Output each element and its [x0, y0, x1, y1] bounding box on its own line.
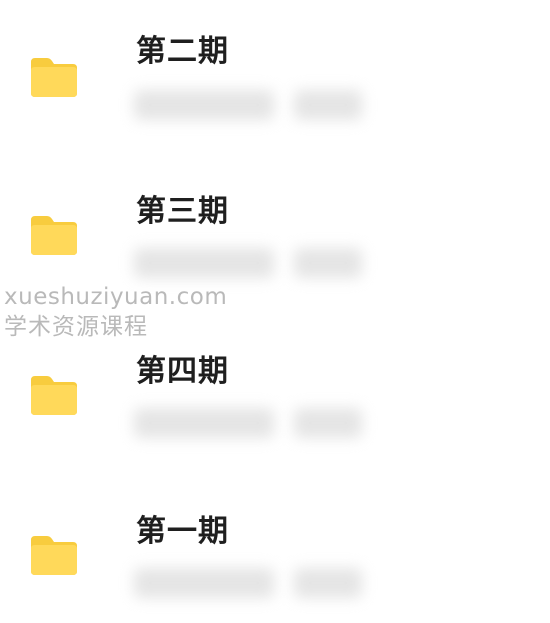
folder-title: 第二期: [136, 34, 229, 69]
folder-item-phase-1[interactable]: 第一期: [0, 480, 550, 610]
redacted-size: [294, 408, 362, 438]
folder-icon: [28, 534, 80, 576]
folder-icon: [28, 374, 80, 416]
folder-title: 第三期: [136, 194, 229, 229]
folder-item-phase-4[interactable]: 第四期: [0, 320, 550, 450]
folder-meta-redacted: [134, 90, 362, 120]
folder-meta-redacted: [134, 248, 362, 278]
folder-title: 第一期: [136, 514, 229, 549]
redacted-date: [134, 248, 274, 278]
redacted-date: [134, 568, 274, 598]
folder-icon: [28, 214, 80, 256]
folder-meta-redacted: [134, 568, 362, 598]
folder-title: 第四期: [136, 354, 229, 389]
redacted-date: [134, 90, 274, 120]
folder-icon: [28, 56, 80, 98]
redacted-size: [294, 568, 362, 598]
redacted-date: [134, 408, 274, 438]
folder-meta-redacted: [134, 408, 362, 438]
folder-item-phase-2[interactable]: 第二期: [0, 0, 550, 130]
redacted-size: [294, 248, 362, 278]
folder-item-phase-3[interactable]: 第三期: [0, 160, 550, 290]
folder-list: 第二期 第三期 第四期 第一期: [0, 0, 550, 623]
redacted-size: [294, 90, 362, 120]
